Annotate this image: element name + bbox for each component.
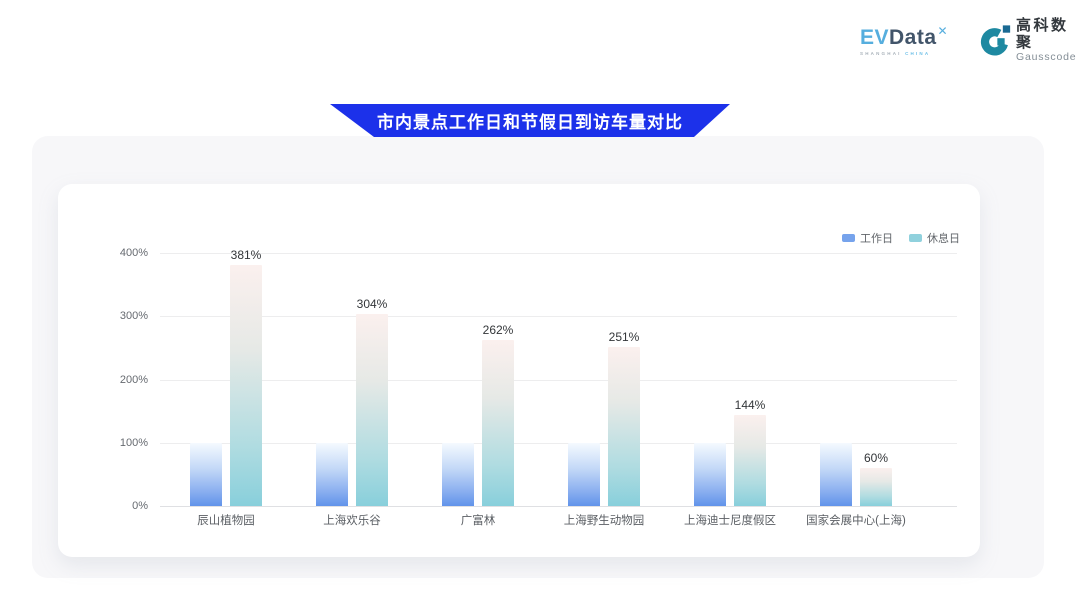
gridline xyxy=(160,380,957,381)
bar-value-label: 262% xyxy=(452,323,544,337)
bar-restday xyxy=(608,347,640,506)
evdata-wordmark-data: Data xyxy=(889,26,937,49)
x-axis-label: 上海迪士尼度假区 xyxy=(660,514,800,528)
bar-restday xyxy=(860,468,892,506)
bar-workday xyxy=(568,443,600,506)
gridline xyxy=(160,316,957,317)
x-axis-label: 辰山植物园 xyxy=(156,514,296,528)
evdata-wordmark-ev: EV xyxy=(860,26,889,49)
gausscode-text: 高科数聚 Gausscode xyxy=(1016,17,1080,63)
gausscode-logo: 高科数聚 Gausscode xyxy=(980,17,1080,63)
x-axis-label: 广富林 xyxy=(408,514,548,528)
bar-value-label: 251% xyxy=(578,330,670,344)
evdata-wordmark: EVData✕ xyxy=(860,20,972,49)
bar-value-label: 304% xyxy=(326,297,418,311)
bar-restday xyxy=(734,415,766,506)
y-axis-label: 0% xyxy=(88,499,148,513)
chart-card: 工作日休息日 0%100%200%300%400%381%辰山植物园304%上海… xyxy=(58,184,980,557)
gausscode-cn-name: 高科数聚 xyxy=(1016,17,1080,51)
title-banner: 市内景点工作日和节假日到访车量对比 xyxy=(330,104,730,137)
evdata-subtext-china: CHINA xyxy=(905,51,930,56)
x-axis-label: 上海欢乐谷 xyxy=(282,514,422,528)
bar-workday xyxy=(190,443,222,506)
gausscode-g-icon xyxy=(980,22,1011,58)
y-axis-label: 300% xyxy=(88,309,148,323)
gausscode-en-name: Gausscode xyxy=(1016,51,1080,63)
page-title: 市内景点工作日和节假日到访车量对比 xyxy=(377,108,683,133)
evdata-spark-icon: ✕ xyxy=(938,24,949,38)
x-axis-label: 上海野生动物园 xyxy=(534,514,674,528)
bar-restday xyxy=(230,265,262,506)
x-axis-line xyxy=(160,506,957,507)
evdata-subtext: SHANGHAI CHINA xyxy=(860,51,972,56)
bar-restday xyxy=(482,340,514,506)
bar-restday xyxy=(356,314,388,506)
bar-value-label: 144% xyxy=(704,398,796,412)
y-axis-label: 400% xyxy=(88,246,148,260)
bar-value-label: 60% xyxy=(830,451,922,465)
plot-area: 0% 100% 200% 300% 400% 381% 辰山植物园 304% 上海欢乐谷 262%… xyxy=(58,184,980,557)
bar-workday xyxy=(316,443,348,506)
x-axis-label: 国家会展中心(上海) xyxy=(786,514,926,528)
evdata-logo: EVData✕ SHANGHAI CHINA xyxy=(860,20,972,56)
evdata-subtext-shanghai: SHANGHAI xyxy=(860,51,902,56)
y-axis-label: 200% xyxy=(88,373,148,387)
bar-workday xyxy=(442,443,474,506)
bar-value-label: 381% xyxy=(200,248,292,262)
bar-workday xyxy=(694,443,726,506)
page: EVData✕ SHANGHAI CHINA 高科数聚 Gausscode 市内… xyxy=(0,0,1080,608)
y-axis-label: 100% xyxy=(88,436,148,450)
